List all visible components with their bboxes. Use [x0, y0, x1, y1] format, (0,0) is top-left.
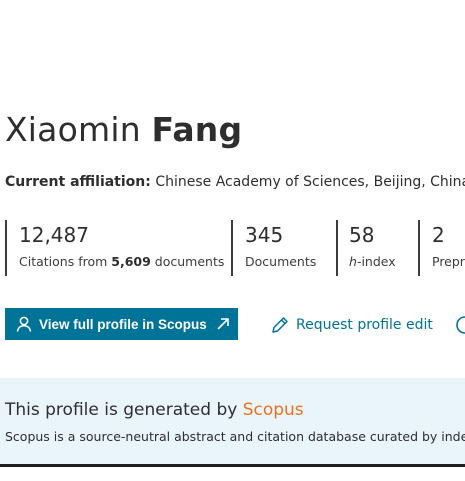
metric-citations-label: Citations from 5,609 documents [19, 253, 224, 271]
author-last-name: Fang [151, 110, 243, 149]
affiliation: Current affiliation: Chinese Academy of … [5, 172, 465, 192]
view-full-profile-label: View full profile in Scopus [39, 316, 207, 332]
view-full-profile-button[interactable]: View full profile in Scopus [5, 308, 238, 340]
metric-h-index: 58 h-index [336, 220, 420, 276]
scopus-banner: This profile is generated by Scopus Scop… [0, 378, 465, 467]
banner-title: This profile is generated by Scopus [5, 399, 304, 421]
metric-documents-value: 345 [245, 223, 284, 247]
banner-title-prefix: This profile is generated by [5, 400, 243, 420]
metric-preprints: 2 Preprints [418, 220, 465, 276]
metric-citations-value: 12,487 [19, 223, 89, 247]
partial-action-icon[interactable] [456, 314, 465, 336]
pencil-icon [270, 315, 290, 335]
metric-preprints-value: 2 [432, 223, 445, 247]
external-link-icon [215, 316, 231, 332]
metrics-row: 12,487 Citations from 5,609 documents 34… [5, 220, 465, 276]
author-first-name: Xiaomin [5, 110, 141, 149]
affiliation-label: Current affiliation: [5, 174, 151, 190]
author-name: Xiaomin Fang [5, 108, 242, 152]
user-icon [15, 315, 33, 333]
metric-citations: 12,487 Citations from 5,609 documents [5, 220, 233, 276]
banner-description: Scopus is a source-neutral abstract and … [5, 429, 465, 444]
metric-citations-count: 5,609 [111, 254, 151, 269]
request-profile-edit-label: Request profile edit [296, 317, 433, 333]
metric-h-index-label: h-index [349, 253, 396, 271]
metric-documents: 345 Documents [231, 220, 338, 276]
affiliation-value: Chinese Academy of Sciences, Beijing, Ch… [155, 174, 465, 190]
metric-citations-label-prefix: Citations from [19, 254, 112, 269]
metric-h-index-italic: h [349, 254, 357, 269]
metric-documents-label: Documents [245, 254, 317, 269]
metric-h-index-suffix: -index [356, 254, 396, 269]
scopus-brand-link[interactable]: Scopus [243, 400, 304, 420]
request-profile-edit-link[interactable]: Request profile edit [270, 312, 433, 338]
metric-citations-label-suffix: documents [150, 254, 225, 269]
metric-preprints-label: Preprints [432, 254, 465, 269]
metric-h-index-value: 58 [349, 223, 375, 247]
